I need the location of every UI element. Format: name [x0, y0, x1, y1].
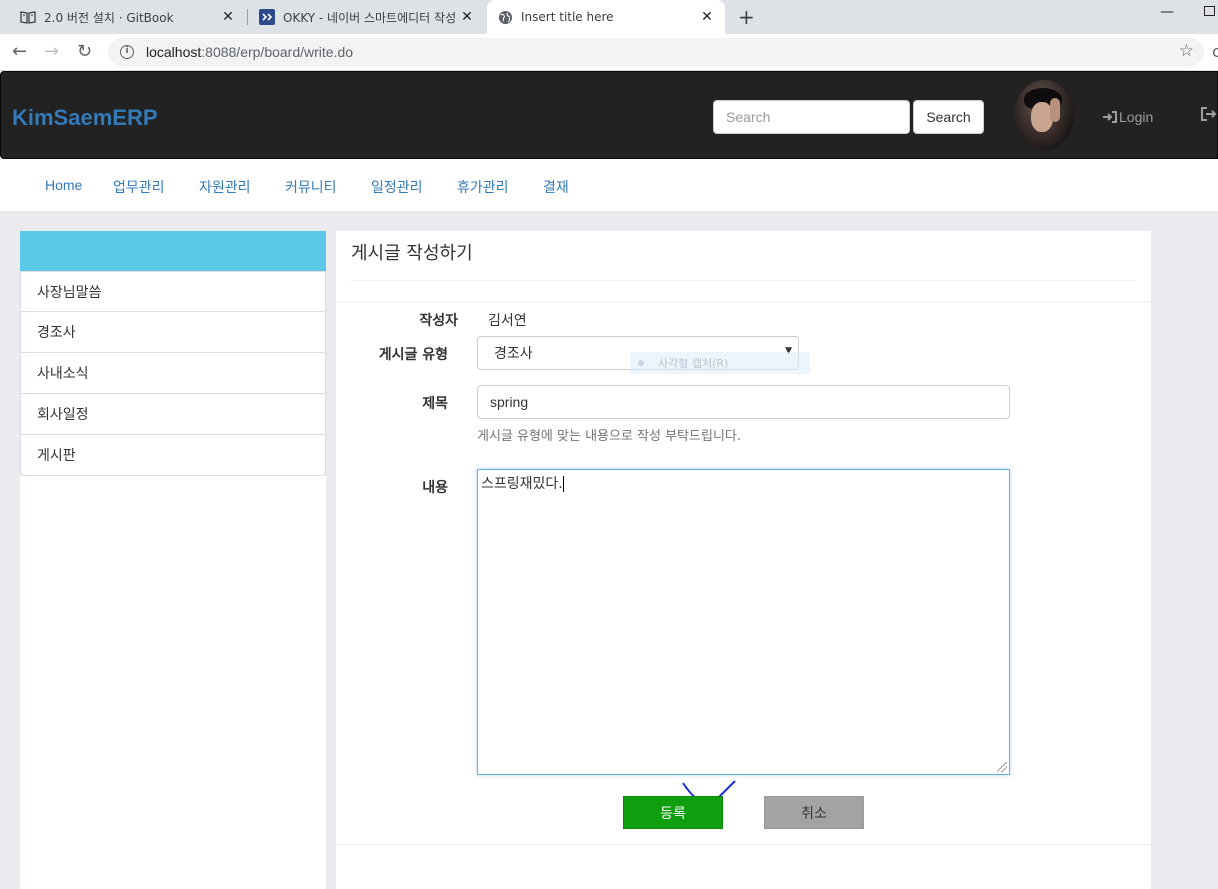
- url-text: localhost:8088/erp/board/write.do: [146, 44, 353, 60]
- globe-icon: [497, 9, 513, 25]
- menu-item-work[interactable]: 업무관리: [113, 177, 165, 197]
- book-icon: [20, 9, 36, 25]
- reload-icon[interactable]: ↻: [77, 41, 92, 62]
- login-link[interactable]: Login: [1103, 109, 1153, 125]
- minimize-icon[interactable]: —: [1160, 4, 1174, 20]
- capture-tooltip-text: 사각형 캡처(R): [658, 357, 729, 370]
- capture-tooltip: 사각형 캡처(R): [630, 352, 810, 374]
- browser-toolbar: ← → ↻ i localhost:8088/erp/board/write.d…: [0, 34, 1218, 71]
- menu-item-home[interactable]: Home: [45, 177, 82, 193]
- search-input[interactable]: [713, 100, 910, 134]
- close-icon[interactable]: ✕: [220, 9, 236, 25]
- sidebar-header: [20, 231, 326, 271]
- title-divider: [351, 280, 1135, 281]
- brand-logo[interactable]: KimSaemERP: [12, 105, 158, 131]
- sidebar-item-company-schedule[interactable]: 회사일정: [20, 394, 326, 435]
- login-icon: [1103, 111, 1117, 123]
- sidebar-filler: [20, 476, 326, 889]
- menu-item-resources[interactable]: 자원관리: [199, 177, 251, 197]
- submit-button[interactable]: 등록: [623, 796, 723, 829]
- avatar-hand: [1050, 98, 1060, 122]
- browser-tabstrip: 2.0 버전 설치 · GitBook ✕ OKKY - 네이버 스마트에디터 …: [0, 0, 1218, 34]
- sidebar-item-company-news[interactable]: 사내소식: [20, 353, 326, 394]
- title-label: 제목: [422, 396, 448, 412]
- menu-item-vacation[interactable]: 휴가관리: [457, 177, 509, 197]
- close-icon[interactable]: ✕: [459, 9, 475, 25]
- sidebar-item-family-events[interactable]: 경조사: [20, 312, 326, 353]
- sidebar-item-board[interactable]: 게시판: [20, 435, 326, 476]
- avatar[interactable]: [1014, 80, 1074, 150]
- app-navbar: KimSaemERP Search Login: [0, 71, 1218, 159]
- info-icon[interactable]: i: [120, 45, 134, 59]
- content-textarea[interactable]: 스프링재밌다.: [477, 469, 1010, 775]
- back-icon[interactable]: ←: [12, 41, 27, 62]
- author-value: 김서연: [488, 313, 527, 329]
- login-label: Login: [1119, 109, 1154, 125]
- forward-icon[interactable]: →: [44, 41, 59, 62]
- bookmark-star-icon[interactable]: ☆: [1179, 41, 1194, 61]
- content-text: 스프링재밌다.: [481, 476, 563, 492]
- menu-item-approval[interactable]: 결재: [543, 177, 569, 197]
- browser-tab-active[interactable]: Insert title here ✕: [487, 0, 725, 34]
- close-icon[interactable]: ✕: [699, 9, 715, 25]
- form-divider: [336, 301, 1151, 302]
- url-host: localhost: [146, 44, 202, 60]
- url-path: :8088/erp/board/write.do: [201, 44, 354, 60]
- title-input[interactable]: spring: [477, 385, 1010, 419]
- browser-tab-gitbook[interactable]: 2.0 버전 설치 · GitBook ✕: [12, 0, 244, 34]
- address-bar[interactable]: i localhost:8088/erp/board/write.do ☆: [108, 38, 1204, 66]
- page-title: 게시글 작성하기: [351, 243, 473, 264]
- okky-icon: [259, 9, 275, 25]
- sidebar-item-ceo-message[interactable]: 사장님말씀: [20, 271, 326, 312]
- sidebar: 사장님말씀 경조사 사내소식 회사일정 게시판: [20, 271, 326, 476]
- tab-label: OKKY - 네이버 스마트에디터 작성: [283, 10, 457, 25]
- new-tab-icon[interactable]: +: [738, 5, 755, 29]
- search-button[interactable]: Search: [913, 100, 984, 134]
- menu-item-schedule[interactable]: 일정관리: [371, 177, 423, 197]
- text-caret: [562, 476, 564, 492]
- logout-icon[interactable]: [1201, 107, 1217, 125]
- post-type-value: 경조사: [494, 346, 533, 362]
- content-label: 내용: [422, 480, 448, 496]
- profile-icon[interactable]: c: [1212, 42, 1218, 61]
- menu-item-community[interactable]: 커뮤니티: [285, 177, 337, 197]
- tab-label: Insert title here: [521, 10, 614, 24]
- help-text: 게시글 유형에 맞는 내용으로 작성 부탁드립니다.: [477, 429, 741, 444]
- post-type-label: 게시글 유형: [378, 347, 448, 363]
- tab-label: 2.0 버전 설치 · GitBook: [44, 10, 174, 25]
- cancel-button[interactable]: 취소: [764, 796, 864, 829]
- maximize-icon[interactable]: [1204, 6, 1215, 16]
- footer-divider: [336, 844, 1151, 845]
- tab-separator: [247, 9, 248, 25]
- write-form-panel: 게시글 작성하기 작성자 김서연 게시글 유형 경조사 ▼ 사각형 캡처(R) …: [336, 231, 1151, 889]
- author-label: 작성자: [419, 313, 458, 329]
- browser-tab-okky[interactable]: OKKY - 네이버 스마트에디터 작성 ✕: [251, 0, 483, 34]
- resize-handle-icon[interactable]: [997, 762, 1007, 772]
- tooltip-dot: [638, 360, 644, 366]
- main-menu: Home 업무관리 자원관리 커뮤니티 일정관리 휴가관리 결재: [0, 159, 1218, 211]
